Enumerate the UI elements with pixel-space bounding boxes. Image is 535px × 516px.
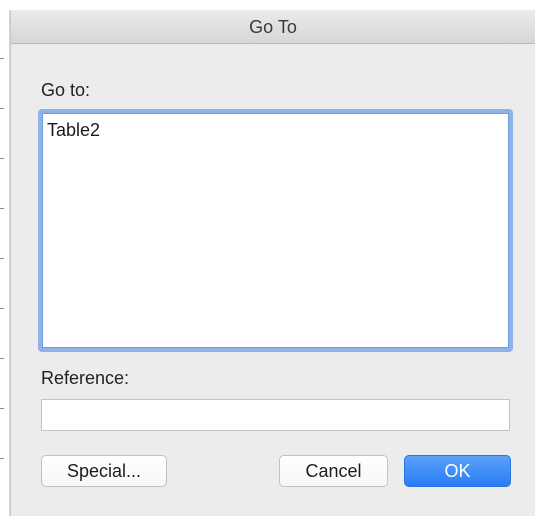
sheet-gridline	[0, 358, 4, 359]
cancel-button[interactable]: Cancel	[279, 455, 388, 487]
background-sheet-edge	[0, 10, 10, 516]
sheet-gridline	[0, 408, 4, 409]
goto-label: Go to:	[41, 80, 91, 100]
sheet-gridline	[0, 108, 4, 109]
goto-list-focus-ring	[42, 113, 509, 348]
dialog-title: Go To	[249, 17, 297, 37]
special-button[interactable]: Special...	[41, 455, 167, 487]
dialog-titlebar[interactable]: Go To	[11, 10, 535, 44]
ok-button[interactable]: OK	[404, 455, 511, 487]
goto-list[interactable]: Table2	[38, 109, 513, 352]
reference-input[interactable]	[41, 399, 510, 431]
sheet-gridline	[0, 258, 4, 259]
reference-label: Reference:	[41, 368, 130, 388]
sheet-gridline	[0, 58, 4, 59]
sheet-gridline	[0, 308, 4, 309]
sheet-gridline	[0, 208, 4, 209]
goto-list-item-table2[interactable]: Table2	[47, 120, 100, 141]
background-sheet-strip	[0, 0, 535, 10]
sheet-gridline	[0, 158, 4, 159]
goto-dialog: Go To Go to: Table2 Reference: Special..…	[10, 10, 535, 516]
sheet-gridline	[0, 458, 4, 459]
